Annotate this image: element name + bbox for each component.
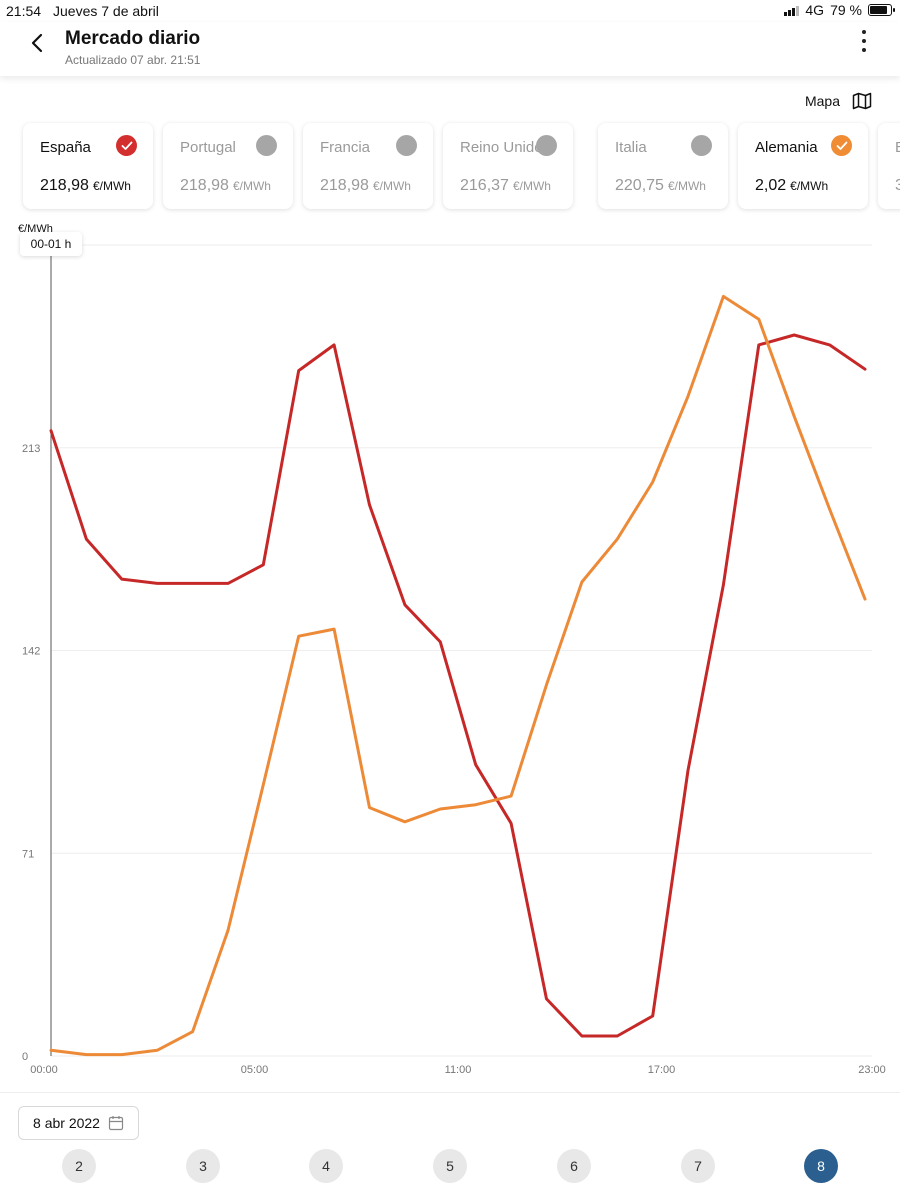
day-button-6[interactable]: 6 [557, 1149, 591, 1183]
price-value: 3 [895, 177, 900, 194]
status-time: 21:54 [6, 3, 42, 19]
country-price: 218,98 €/MWh [180, 177, 271, 195]
country-card-portugal[interactable]: Portugal 218,98 €/MWh [163, 123, 293, 209]
battery-label: 79 % [830, 2, 862, 18]
country-selector: España 218,98 €/MWh Portugal 218,98 €/MWh … [0, 120, 900, 215]
kebab-dot [862, 39, 866, 43]
country-card-alemania[interactable]: Alemania 2,02 €/MWh [738, 123, 868, 209]
x-tick-label: 11:00 [445, 1064, 472, 1076]
kebab-dot [862, 30, 866, 34]
unchecked-icon [691, 135, 712, 156]
price-unit: €/MWh [790, 179, 829, 193]
country-name: B [895, 139, 900, 156]
country-price: 3 [895, 177, 900, 195]
country-card-reino-unido[interactable]: Reino Unido 216,37 €/MWh [443, 123, 573, 209]
status-bar: 21:54 Jueves 7 de abril 4G 79 % [0, 0, 900, 22]
day-button-8[interactable]: 8 [804, 1149, 838, 1183]
network-label: 4G [805, 2, 825, 18]
country-card-italia[interactable]: Italia 220,75 €/MWh [598, 123, 728, 209]
price-unit: €/MWh [372, 179, 411, 193]
country-card-partial[interactable]: B 3 [878, 123, 900, 209]
check-icon [116, 135, 137, 156]
date-picker-button[interactable]: 8 abr 2022 [18, 1106, 139, 1140]
price-unit: €/MWh [92, 179, 131, 193]
country-name: Reino Unido [460, 139, 543, 156]
last-updated: Actualizado 07 abr. 21:51 [65, 53, 201, 67]
price-value: 218,98 [320, 177, 369, 194]
day-button-4[interactable]: 4 [309, 1149, 343, 1183]
y-tick-label: 0 [22, 1051, 28, 1063]
country-price: 220,75 €/MWh [615, 177, 706, 195]
country-name: España [40, 139, 91, 156]
page-title: Mercado diario [65, 28, 201, 49]
y-tick-label: 142 [22, 646, 40, 658]
hour-tooltip: 00-01 h [20, 232, 82, 256]
country-name: Alemania [755, 139, 818, 156]
date-navigation: 8 abr 2022 2 3 4 5 6 7 8 [0, 1092, 900, 1200]
y-tick-label: 213 [22, 443, 40, 455]
price-value: 2,02 [755, 177, 787, 194]
day-button-3[interactable]: 3 [186, 1149, 220, 1183]
y-tick-label: 71 [22, 848, 34, 860]
price-unit: €/MWh [667, 179, 706, 193]
y-axis-ticks: 0 71 142 213 [22, 443, 40, 1063]
more-options-button[interactable] [854, 28, 874, 54]
series-line-1 [49, 294, 867, 1057]
country-price: 218,98 €/MWh [40, 177, 131, 195]
price-value: 216,37 [460, 177, 509, 194]
country-name: Portugal [180, 139, 236, 156]
country-card-espana[interactable]: España 218,98 €/MWh [23, 123, 153, 209]
price-unit: €/MWh [232, 179, 271, 193]
country-price: 218,98 €/MWh [320, 177, 411, 195]
x-tick-label: 00:00 [30, 1064, 58, 1076]
country-name: Italia [615, 139, 647, 156]
country-price: 216,37 €/MWh [460, 177, 551, 195]
unchecked-icon [256, 135, 277, 156]
day-button-2[interactable]: 2 [62, 1149, 96, 1183]
back-button[interactable] [22, 28, 52, 58]
chart-series [49, 294, 867, 1057]
x-axis-ticks: 00:00 05:00 11:00 17:00 23:00 [30, 1064, 886, 1076]
x-tick-label: 05:00 [241, 1064, 269, 1076]
kebab-dot [862, 48, 866, 52]
map-button[interactable]: Mapa [805, 92, 872, 110]
battery-icon [868, 4, 895, 16]
x-tick-label: 17:00 [648, 1064, 676, 1076]
unchecked-icon [536, 135, 557, 156]
price-value: 218,98 [180, 177, 229, 194]
check-icon [831, 135, 852, 156]
app-header: Mercado diario Actualizado 07 abr. 21:51 [0, 22, 900, 76]
country-price: 2,02 €/MWh [755, 177, 828, 195]
status-date: Jueves 7 de abril [53, 3, 159, 19]
map-label: Mapa [804, 93, 840, 109]
country-name: Francia [320, 139, 371, 156]
price-unit: €/MWh [512, 179, 551, 193]
day-button-7[interactable]: 7 [681, 1149, 715, 1183]
series-line-0 [49, 333, 867, 1038]
chevron-left-icon [31, 33, 43, 53]
x-tick-label: 23:00 [858, 1064, 886, 1076]
status-indicators: 4G 79 % [784, 2, 895, 18]
signal-icon [784, 5, 800, 16]
country-card-francia[interactable]: Francia 218,98 €/MWh [303, 123, 433, 209]
price-value: 218,98 [40, 177, 89, 194]
calendar-icon [108, 1116, 124, 1131]
map-icon [852, 92, 872, 110]
unchecked-icon [396, 135, 417, 156]
price-line-chart[interactable]: €/MWh 071142213 00:00 05:00 11:00 17:00 23:0… [0, 215, 900, 1090]
price-value: 220,75 [615, 177, 664, 194]
day-button-5[interactable]: 5 [433, 1149, 467, 1183]
date-label: 8 abr 2022 [33, 1115, 100, 1131]
chart-grid [51, 244, 872, 1057]
